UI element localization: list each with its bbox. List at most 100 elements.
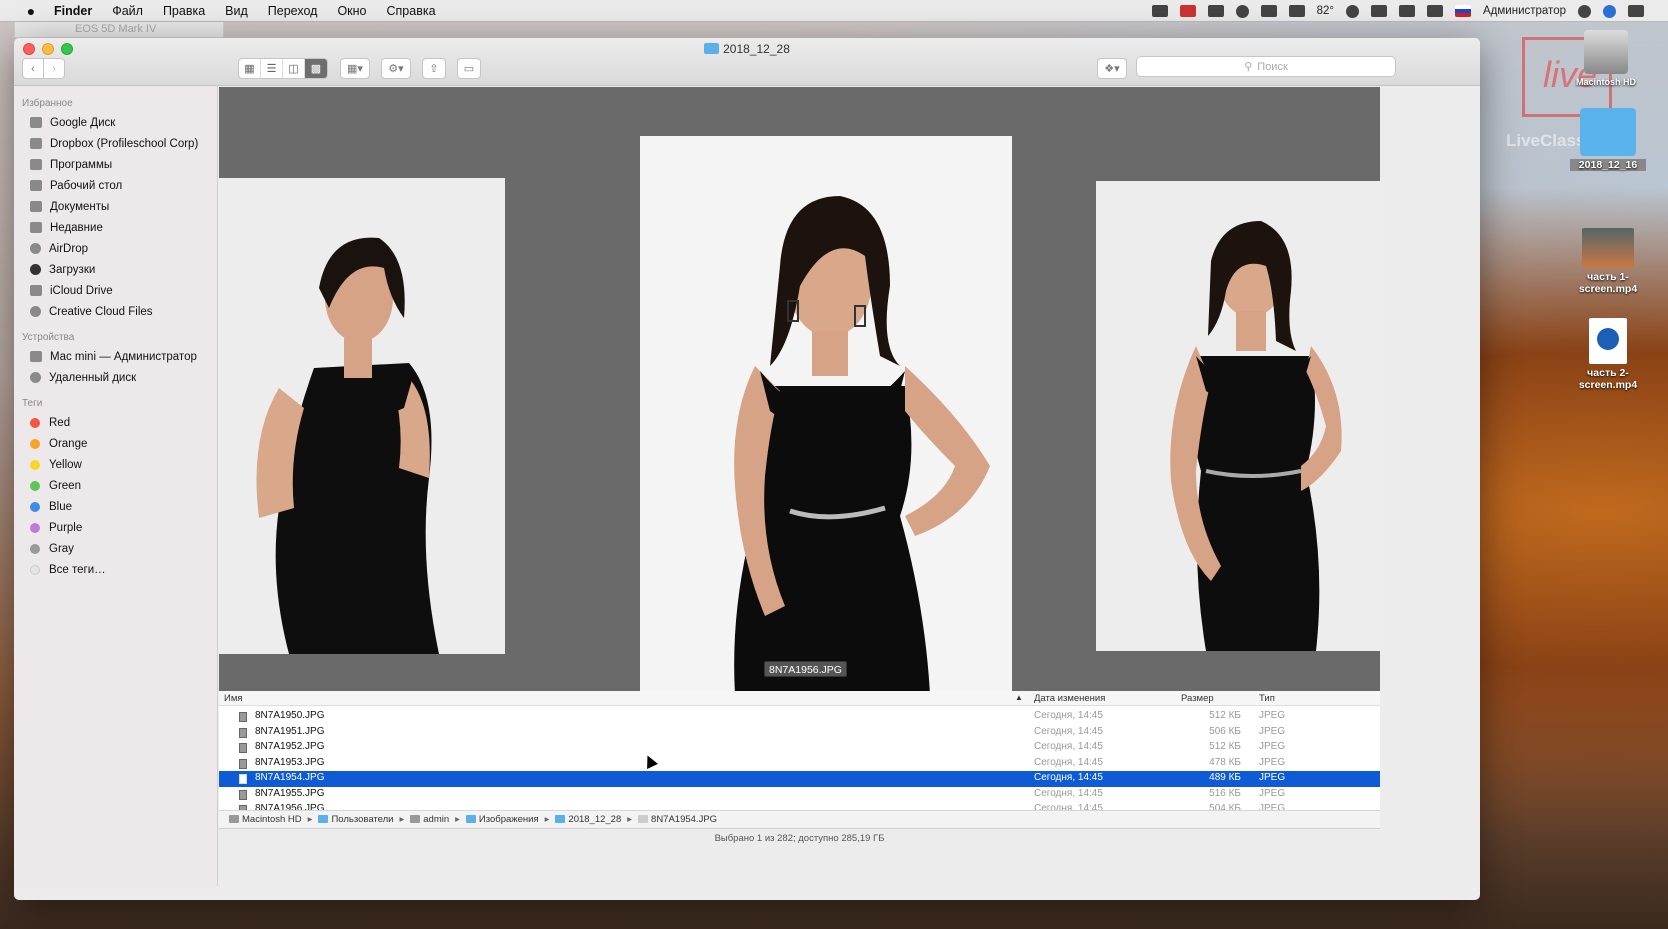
menu-help[interactable]: Справка [387, 4, 436, 18]
column-header-type[interactable]: Тип [1259, 693, 1275, 704]
hard-drive-icon [229, 815, 239, 823]
sidebar-item-label: iCloud Drive [50, 284, 113, 297]
coverflow-view-button[interactable]: ▩ [305, 59, 327, 78]
desktop-hd[interactable]: Macintosh HD [1576, 30, 1636, 87]
sidebar-item-documents[interactable]: Документы [14, 196, 217, 217]
sidebar-tag-gray[interactable]: Gray [14, 538, 217, 559]
toolbar: 2018_12_28 ‹ › ▦ ☰ ◫ ▩ ▦▾ ⚙▾ ⇧ ▭ ❖▾ ⚲ По… [14, 38, 1480, 86]
gear-icon[interactable]: ⚙▾ [381, 58, 411, 79]
spotlight-icon[interactable] [1578, 4, 1591, 18]
wifi-icon[interactable] [1399, 5, 1416, 17]
sort-chevron-icon[interactable]: ▲ [1015, 693, 1023, 702]
coverflow-thumbnail-left[interactable] [219, 178, 505, 654]
menu-view[interactable]: Вид [225, 4, 248, 18]
sidebar-tag-yellow[interactable]: Yellow [14, 454, 217, 475]
path-item-disk[interactable]: Macintosh HD [229, 814, 302, 825]
temperature-readout[interactable]: 82° [1317, 5, 1334, 17]
table-row[interactable]: 8N7A1953.JPG Сегодня, 14:45 478 КБ JPEG [219, 756, 1380, 772]
path-item-pictures[interactable]: Изображения [465, 814, 539, 825]
list-view-button[interactable]: ☰ [261, 59, 283, 78]
sidebar-item-creative-cloud[interactable]: Creative Cloud Files [14, 301, 217, 322]
desktop-file-1[interactable]: часть 1-screen.mp4 [1568, 228, 1648, 295]
menu-app-name[interactable]: Finder [54, 4, 92, 18]
sidebar: Избранное Google Диск Dropbox (Profilesc… [14, 86, 218, 886]
sidebar-item-remote-disc[interactable]: Удаленный диск [14, 367, 217, 388]
apple-icon[interactable]: ● [22, 3, 40, 19]
path-bar: Macintosh HD ▸ Пользователи ▸ admin ▸ Из… [219, 810, 1380, 828]
sidebar-item-applications[interactable]: Программы [14, 154, 217, 175]
path-item-file[interactable]: 8N7A1954.JPG [638, 814, 717, 825]
path-item-admin[interactable]: admin [410, 814, 449, 825]
bluetooth-icon[interactable] [1371, 5, 1388, 17]
sidebar-item-downloads[interactable]: Загрузки [14, 259, 217, 280]
dropbox-toolbar-icon[interactable]: ❖▾ [1097, 58, 1127, 79]
sidebar-item-icloud[interactable]: iCloud Drive [14, 280, 217, 301]
sidebar-item-label: Документы [50, 200, 110, 213]
cloud-icon[interactable] [1260, 5, 1277, 17]
group-button[interactable]: ▦▾ [340, 58, 370, 79]
path-item-label: Пользователи [331, 814, 394, 825]
sidebar-item-mac-mini[interactable]: Mac mini — Администратор [14, 346, 217, 367]
siri-icon[interactable] [1603, 4, 1616, 18]
notification-center-icon[interactable] [1628, 5, 1644, 17]
desktop-folder[interactable]: 2018_12_16 [1570, 108, 1646, 171]
sidebar-header-devices: Устройства [22, 332, 75, 343]
monitor-icon[interactable] [1151, 5, 1168, 17]
path-separator-icon: ▸ [455, 814, 460, 825]
column-header-name[interactable]: Имя [224, 693, 243, 704]
menu-window[interactable]: Окно [337, 4, 366, 18]
search-field[interactable]: ⚲ Поиск [1136, 56, 1396, 77]
tag-color-dot [30, 501, 40, 512]
column-header-date[interactable]: Дата изменения [1034, 693, 1105, 704]
sidebar-item-label: Рабочий стол [50, 179, 123, 192]
path-item-folder[interactable]: 2018_12_28 [555, 814, 621, 825]
icon-view-button[interactable]: ▦ [239, 59, 261, 78]
dropbox-tray-icon[interactable] [1207, 5, 1224, 17]
sidebar-tag-green[interactable]: Green [14, 475, 217, 496]
menu-edit[interactable]: Правка [163, 4, 205, 18]
column-header-size[interactable]: Размер [1181, 693, 1214, 704]
table-row[interactable]: 8N7A1955.JPG Сегодня, 14:45 516 КБ JPEG [219, 787, 1380, 803]
coverflow-view[interactable]: 8N7A1956.JPG [219, 87, 1380, 691]
battery-icon[interactable] [1288, 5, 1305, 17]
sidebar-item-recents[interactable]: Недавние [14, 217, 217, 238]
sidebar-item-airdrop[interactable]: AirDrop [14, 238, 217, 259]
path-item-users[interactable]: Пользователи [318, 814, 393, 825]
menu-file[interactable]: Файл [112, 4, 143, 18]
sync-icon[interactable] [1346, 4, 1360, 18]
tag-icon[interactable]: ▭ [457, 58, 481, 79]
coverflow-thumbnail-right[interactable] [1096, 181, 1380, 651]
back-button[interactable]: ‹ [22, 58, 44, 79]
volume-icon[interactable] [1427, 5, 1444, 17]
eye-icon[interactable] [1235, 4, 1249, 18]
sidebar-item-desktop[interactable]: Рабочий стол [14, 175, 217, 196]
desktop-file-2[interactable]: часть 2-screen.mp4 [1568, 318, 1648, 391]
user-name[interactable]: Администратор [1483, 5, 1566, 17]
sidebar-tag-red[interactable]: Red [14, 412, 217, 433]
share-icon[interactable]: ⇧ [422, 58, 446, 79]
file-size: 506 КБ [1209, 725, 1241, 737]
sidebar-item-dropbox[interactable]: Dropbox (Profileschool Corp) [14, 133, 217, 154]
background-window-tab[interactable]: EOS 5D Mark IV [14, 22, 224, 38]
table-row[interactable]: 8N7A1951.JPG Сегодня, 14:45 506 КБ JPEG [219, 725, 1380, 741]
sidebar-item-google-drive[interactable]: Google Диск [14, 112, 217, 133]
table-row[interactable]: 8N7A1952.JPG Сегодня, 14:45 512 КБ JPEG [219, 740, 1380, 756]
sidebar-item-label: Загрузки [49, 263, 96, 276]
sidebar-tag-all[interactable]: Все теги… [14, 559, 217, 580]
menu-go[interactable]: Переход [268, 4, 318, 18]
column-view-button[interactable]: ◫ [283, 59, 305, 78]
coverflow-main-image[interactable] [640, 136, 1012, 691]
table-row[interactable]: 8N7A1954.JPG Сегодня, 14:45 489 КБ JPEG [219, 771, 1380, 787]
file-size: 516 КБ [1209, 787, 1241, 799]
sidebar-tag-purple[interactable]: Purple [14, 517, 217, 538]
file-name: 8N7A1955.JPG [255, 787, 325, 799]
table-row[interactable]: 8N7A1950.JPG Сегодня, 14:45 512 КБ JPEG [219, 709, 1380, 725]
sidebar-tag-blue[interactable]: Blue [14, 496, 217, 517]
sidebar-item-label: Все теги… [49, 563, 106, 576]
sidebar-tag-orange[interactable]: Orange [14, 433, 217, 454]
pdf-icon[interactable] [1179, 5, 1196, 17]
language-flag-icon[interactable] [1455, 5, 1472, 17]
search-placeholder: Поиск [1257, 60, 1288, 73]
google-drive-icon [30, 117, 42, 128]
forward-button[interactable]: › [43, 58, 65, 79]
